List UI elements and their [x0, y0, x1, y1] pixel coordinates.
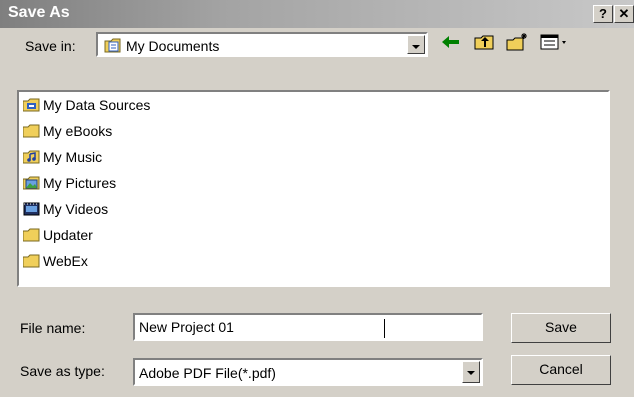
file-name-value: New Project 01: [139, 319, 234, 335]
save-as-type-dropdown-arrow[interactable]: [462, 361, 480, 383]
help-button[interactable]: ?: [593, 5, 613, 23]
cancel-button[interactable]: Cancel: [511, 355, 611, 385]
file-name-label: File name:: [20, 320, 86, 336]
back-icon[interactable]: [439, 31, 463, 53]
file-name-input[interactable]: New Project 01: [133, 313, 483, 341]
new-folder-icon[interactable]: [505, 31, 529, 53]
videos-folder-icon: [23, 202, 40, 216]
save-as-type-dropdown[interactable]: Adobe PDF File(*.pdf): [133, 358, 483, 386]
window-title: Save As: [8, 4, 70, 21]
save-as-type-value: Adobe PDF File(*.pdf): [139, 365, 276, 381]
file-list[interactable]: My Data Sources My eBooks My Music My Pi…: [17, 90, 610, 287]
save-in-label: Save in:: [25, 38, 76, 54]
data-sources-folder-icon: [23, 98, 40, 112]
save-as-type-label: Save as type:: [20, 363, 105, 379]
close-button[interactable]: ✕: [614, 5, 634, 23]
save-in-dropdown-arrow[interactable]: [407, 35, 425, 54]
views-menu-icon[interactable]: [539, 31, 569, 53]
up-folder-icon[interactable]: [473, 31, 497, 53]
pictures-folder-icon: [23, 176, 40, 190]
documents-folder-icon: [104, 38, 121, 53]
folder-icon: [23, 124, 40, 138]
save-button[interactable]: Save: [511, 313, 611, 343]
music-folder-icon: [23, 150, 40, 164]
title-bar: Save As ? ✕: [0, 0, 634, 28]
folder-icon: [23, 254, 40, 268]
save-in-dropdown[interactable]: My Documents: [96, 32, 428, 57]
folder-icon: [23, 228, 40, 242]
text-caret: [384, 319, 385, 338]
save-in-value: My Documents: [126, 38, 220, 54]
